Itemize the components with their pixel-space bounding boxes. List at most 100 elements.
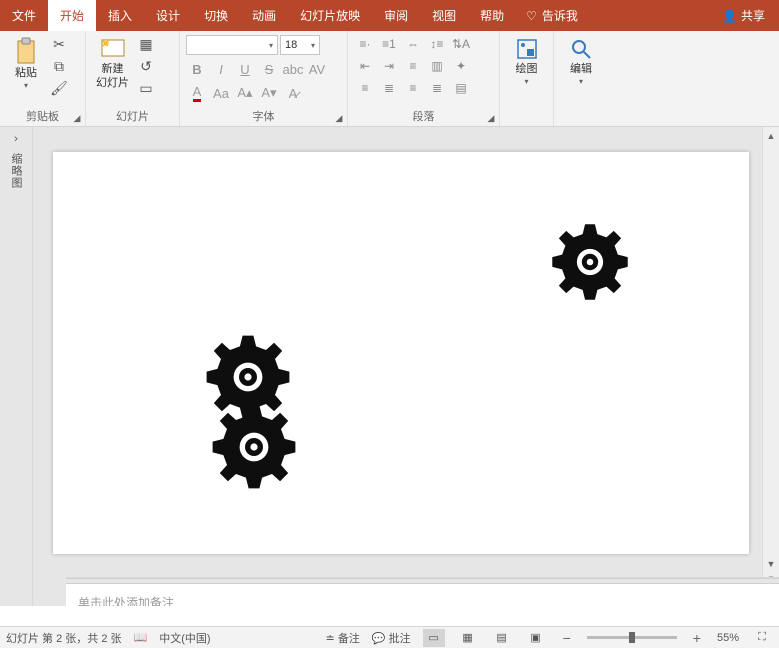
- share-icon: 👤: [722, 9, 737, 23]
- list-level-icon: ⇔: [407, 37, 419, 51]
- font-name-combo[interactable]: ▾: [186, 35, 278, 55]
- underline-button[interactable]: U: [234, 59, 256, 79]
- line-spacing-button[interactable]: ↕≡: [426, 35, 448, 53]
- status-language[interactable]: 中文(中国): [159, 630, 210, 646]
- normal-view-icon: ▭: [428, 631, 438, 644]
- notes-placeholder[interactable]: 单击此处添加备注: [66, 584, 779, 606]
- tell-me-label: 告诉我: [542, 7, 578, 24]
- shadow-button[interactable]: abc: [282, 59, 304, 79]
- thumbnails-label: 缩略图: [8, 153, 24, 189]
- notes-toggle[interactable]: ≐ 备注: [326, 630, 360, 646]
- numbering-button[interactable]: ≡1: [378, 35, 400, 53]
- decrease-indent-button[interactable]: ⇤: [354, 57, 376, 75]
- editing-button[interactable]: 编辑 ▾: [561, 35, 601, 88]
- italic-button[interactable]: I: [210, 59, 232, 79]
- convert-smartart-button[interactable]: ✦: [450, 57, 472, 75]
- chevron-down-icon: ▾: [311, 41, 315, 50]
- bullets-button[interactable]: ≡·: [354, 35, 376, 53]
- share-button[interactable]: 👤 共享: [708, 0, 779, 31]
- align-left-button[interactable]: ≡: [354, 79, 376, 97]
- zoom-out-button[interactable]: −: [559, 630, 575, 646]
- new-slide-button[interactable]: 新建 幻灯片: [92, 35, 133, 91]
- reading-view-icon: ▤: [496, 631, 506, 644]
- drawing-icon: [515, 37, 539, 61]
- font-color-button[interactable]: A: [186, 83, 208, 103]
- clipboard-dialog-launcher[interactable]: ◢: [71, 112, 83, 124]
- tab-view[interactable]: 视图: [420, 0, 468, 31]
- clear-formatting-button[interactable]: A̷: [282, 83, 304, 103]
- zoom-in-button[interactable]: +: [689, 630, 705, 646]
- tab-slideshow[interactable]: 幻灯片放映: [288, 0, 372, 31]
- lightbulb-icon: ♡: [526, 9, 537, 23]
- tab-help[interactable]: 帮助: [468, 0, 516, 31]
- comments-toggle-label: 批注: [389, 633, 411, 645]
- font-dialog-launcher[interactable]: ◢: [333, 112, 345, 124]
- align-center-button[interactable]: ≣: [378, 79, 400, 97]
- gear-shape[interactable]: [209, 402, 299, 492]
- line-spacing-icon: ↕≡: [430, 37, 443, 51]
- tell-me[interactable]: ♡ 告诉我: [516, 0, 588, 31]
- share-label: 共享: [741, 7, 765, 24]
- clipboard-icon: [14, 37, 38, 65]
- tab-design[interactable]: 设计: [144, 0, 192, 31]
- format-painter-button[interactable]: 🖌: [50, 79, 68, 97]
- bold-icon: B: [192, 62, 201, 77]
- bold-button[interactable]: B: [186, 59, 208, 79]
- slideshow-view-button[interactable]: ▣: [525, 629, 547, 647]
- new-slide-label1: 新建: [102, 63, 124, 75]
- tab-animations[interactable]: 动画: [240, 0, 288, 31]
- expand-thumbnails-button[interactable]: ›: [14, 133, 18, 145]
- grow-font-button[interactable]: A▴: [234, 83, 256, 103]
- tab-transitions[interactable]: 切换: [192, 0, 240, 31]
- section-button[interactable]: ▭: [137, 79, 155, 97]
- text-direction-button[interactable]: ⇅A: [450, 35, 472, 53]
- normal-view-button[interactable]: ▭: [423, 629, 445, 647]
- comments-toggle[interactable]: 💬 批注: [372, 630, 411, 646]
- copy-icon: ⧉: [54, 58, 64, 75]
- slide-canvas[interactable]: [53, 152, 749, 554]
- align-right-button[interactable]: ≡: [402, 79, 424, 97]
- scroll-down-button[interactable]: ▼: [766, 555, 775, 572]
- paste-button[interactable]: 粘贴 ▾: [6, 35, 46, 92]
- char-spacing-button[interactable]: AV: [306, 59, 328, 79]
- scroll-up-button[interactable]: ▲: [767, 127, 776, 144]
- paragraph-dialog-launcher[interactable]: ◢: [485, 112, 497, 124]
- zoom-thumb[interactable]: [629, 632, 635, 643]
- reset-button[interactable]: ↺: [137, 57, 155, 75]
- case-icon: Aa: [213, 86, 229, 101]
- cut-button[interactable]: ✂: [50, 35, 68, 53]
- slideshow-view-icon: ▣: [530, 631, 540, 644]
- font-size-combo[interactable]: 18 ▾: [280, 35, 320, 55]
- copy-button[interactable]: ⧉: [50, 57, 68, 75]
- columns-button[interactable]: ▥: [426, 57, 448, 75]
- tab-review[interactable]: 审阅: [372, 0, 420, 31]
- gear-shape[interactable]: [549, 221, 631, 303]
- spellcheck-icon[interactable]: 📖: [134, 631, 148, 644]
- shrink-font-button[interactable]: A▾: [258, 83, 280, 103]
- fit-to-window-button[interactable]: ⛶: [751, 629, 773, 647]
- zoom-value[interactable]: 55%: [717, 632, 739, 644]
- tab-file[interactable]: 文件: [0, 0, 48, 31]
- drawing-button[interactable]: 绘图 ▾: [507, 35, 547, 88]
- spacing-icon: AV: [309, 62, 325, 77]
- increase-indent-button[interactable]: ⇥: [378, 57, 400, 75]
- tab-home[interactable]: 开始: [48, 0, 96, 31]
- distribute-button[interactable]: ▤: [450, 79, 472, 97]
- tab-insert[interactable]: 插入: [96, 0, 144, 31]
- justify-button[interactable]: ≣: [426, 79, 448, 97]
- status-slide-number[interactable]: 幻灯片 第 2 张，共 2 张: [6, 630, 122, 646]
- align-text-button[interactable]: ≡: [402, 57, 424, 75]
- group-slides-label: 幻灯片: [90, 106, 175, 126]
- strike-button[interactable]: S: [258, 59, 280, 79]
- layout-button[interactable]: ▦: [137, 35, 155, 53]
- list-level-button[interactable]: ⇔: [402, 35, 424, 53]
- underline-icon: U: [240, 62, 249, 77]
- dropdown-arrow-icon: ▾: [524, 77, 528, 86]
- vertical-scrollbar[interactable]: ▲ ▼ ⦿ ⦿: [762, 127, 779, 606]
- reset-icon: ↺: [140, 58, 152, 75]
- sorter-view-button[interactable]: ▦: [457, 629, 479, 647]
- shrink-font-icon: A▾: [261, 85, 276, 101]
- change-case-button[interactable]: Aa: [210, 83, 232, 103]
- zoom-slider[interactable]: [587, 636, 677, 639]
- reading-view-button[interactable]: ▤: [491, 629, 513, 647]
